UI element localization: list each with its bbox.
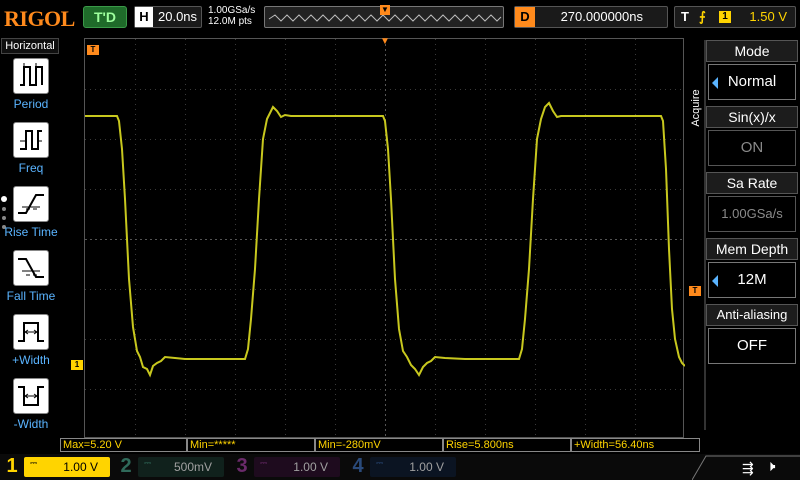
anti-aliasing-title: Anti-aliasing: [706, 304, 798, 326]
trigger-position-icon: ▼: [380, 5, 390, 15]
channel3-status[interactable]: 3 ⎓ 1.00 V: [234, 455, 344, 478]
horizontal-label: H: [135, 7, 153, 27]
sinx-softkey[interactable]: Sin(x)/x ON: [706, 106, 798, 166]
meas-min-invalid[interactable]: Min=*****: [187, 438, 315, 452]
fall-time-icon: [13, 250, 49, 286]
waveform-display[interactable]: T 1 T ▼: [71, 36, 701, 439]
channel1-scale-box: ⎓ 1.00 V: [24, 457, 110, 477]
usb-icon: ⇶: [742, 460, 754, 476]
channel2-status[interactable]: 2 ⎓ 500mV: [118, 455, 228, 478]
acq-mode-title: Mode: [706, 40, 798, 62]
channel3-scale: 1.00 V: [293, 460, 328, 474]
channel-status-bar: 1 ⎓ 1.00 V 2 ⎓ 500mV 3 ⎓ 1.00 V 4 ⎓ 1.00…: [0, 454, 800, 480]
trigger-readout[interactable]: T ⨍ 1 1.50 V: [674, 6, 796, 28]
measure-period-label: Period: [13, 97, 49, 111]
delay-value: 270.000000ns: [560, 9, 643, 24]
meas-positive-width[interactable]: +Width=56.40ns: [571, 438, 700, 452]
acq-mode-softkey[interactable]: Mode Normal: [706, 40, 798, 100]
channel3-number: 3: [236, 455, 248, 477]
sa-rate-title: Sa Rate: [706, 172, 798, 194]
measure-menu: Horizontal Period Freq Rise Time Fall Ti…: [0, 38, 60, 438]
negative-width-icon: [13, 378, 49, 414]
channel2-scale: 500mV: [173, 460, 212, 474]
meas-min[interactable]: Min=-280mV: [315, 438, 443, 452]
sa-rate-value[interactable]: 1.00GSa/s: [708, 196, 796, 232]
sinx-value[interactable]: ON: [708, 130, 796, 166]
measure-menu-title: Horizontal: [1, 38, 59, 54]
select-arrow-icon: [712, 77, 718, 89]
period-icon: [13, 58, 49, 94]
speaker-muted-icon[interactable]: 🕨: [766, 458, 775, 475]
measure-fall-time-label: Fall Time: [6, 289, 56, 303]
acquire-section-label: Acquire: [690, 89, 702, 127]
anti-aliasing-value[interactable]: OFF: [708, 328, 796, 364]
positive-width-icon: [13, 314, 49, 350]
delay-readout[interactable]: D 270.000000ns: [514, 6, 668, 28]
meas-rise[interactable]: Rise=5.800ns: [443, 438, 571, 452]
channel4-status[interactable]: 4 ⎓ 1.00 V: [350, 455, 460, 478]
meas-max[interactable]: Max=5.20 V: [60, 438, 187, 452]
acq-mode-value[interactable]: Normal: [708, 64, 796, 100]
measure-rise-time[interactable]: Rise Time: [2, 186, 60, 248]
channel4-scale: 1.00 V: [409, 460, 444, 474]
sinx-title: Sin(x)/x: [706, 106, 798, 128]
measure-period[interactable]: Period: [2, 58, 60, 120]
select-arrow-icon: [712, 275, 718, 287]
acquire-menu: Acquire Mode Normal Sin(x)/x ON Sa Rate …: [688, 40, 800, 436]
trigger-level-value: 1.50 V: [749, 9, 787, 24]
measure-frequency[interactable]: Freq: [2, 122, 60, 184]
measure-frequency-label: Freq: [18, 161, 44, 175]
measure-negative-width[interactable]: -Width: [2, 378, 60, 440]
measurement-results-bar: Max=5.20 V Min=***** Min=-280mV Rise=5.8…: [60, 438, 700, 454]
rising-edge-icon: ⨍: [699, 9, 706, 24]
dc-coupling-icon: ⎓: [376, 458, 384, 468]
measure-positive-width-label: +Width: [12, 353, 50, 367]
trigger-source-badge: 1: [719, 11, 731, 23]
mem-depth-softkey[interactable]: Mem Depth 12M: [706, 238, 798, 298]
freq-icon: [13, 122, 49, 158]
horizontal-timebase[interactable]: H 20.0ns: [134, 6, 202, 28]
dc-coupling-icon: ⎓: [30, 458, 38, 468]
mem-depth-value[interactable]: 12M: [708, 262, 796, 298]
channel1-number: 1: [6, 455, 18, 477]
timebase-value: 20.0ns: [158, 9, 198, 24]
channel1-scale: 1.00 V: [63, 460, 98, 474]
acquisition-info: 1.00GSa/s 12.0M pts: [208, 5, 255, 27]
acquire-section-tab: Acquire: [688, 80, 704, 142]
brand-logo: RIGOL: [4, 6, 75, 31]
channel2-scale-box: ⎓ 500mV: [138, 457, 224, 477]
channel2-number: 2: [120, 455, 132, 477]
delay-label: D: [515, 7, 535, 27]
graticule: [85, 39, 685, 439]
measure-negative-width-label: -Width: [13, 417, 49, 431]
channel4-scale-box: ⎓ 1.00 V: [370, 457, 456, 477]
mem-depth-title: Mem Depth: [706, 238, 798, 260]
measure-positive-width[interactable]: +Width: [2, 314, 60, 376]
run-status-badge[interactable]: T'D: [83, 6, 127, 28]
channel4-number: 4: [352, 455, 364, 477]
anti-aliasing-softkey[interactable]: Anti-aliasing OFF: [706, 304, 798, 364]
measure-rise-time-label: Rise Time: [4, 225, 58, 239]
sample-rate-readout: 1.00GSa/s: [208, 5, 256, 16]
trigger-point-icon: ▼: [380, 36, 390, 47]
dc-coupling-icon: ⎓: [260, 458, 268, 468]
channel1-offset-marker[interactable]: 1: [71, 360, 83, 370]
rise-time-icon: [13, 186, 49, 222]
measure-fall-time[interactable]: Fall Time: [2, 250, 60, 312]
channel1-status[interactable]: 1 ⎓ 1.00 V: [4, 455, 114, 478]
dc-coupling-icon: ⎓: [144, 458, 152, 468]
top-status-bar: RIGOL T'D H 20.0ns 1.00GSa/s 12.0M pts ▼ …: [0, 0, 800, 36]
channel3-scale-box: ⎓ 1.00 V: [254, 457, 340, 477]
memory-points-readout: 12.0M pts: [208, 16, 252, 27]
sa-rate-softkey[interactable]: Sa Rate 1.00GSa/s: [706, 172, 798, 232]
trigger-label: T: [681, 9, 689, 24]
trigger-position-marker[interactable]: T: [87, 45, 99, 55]
